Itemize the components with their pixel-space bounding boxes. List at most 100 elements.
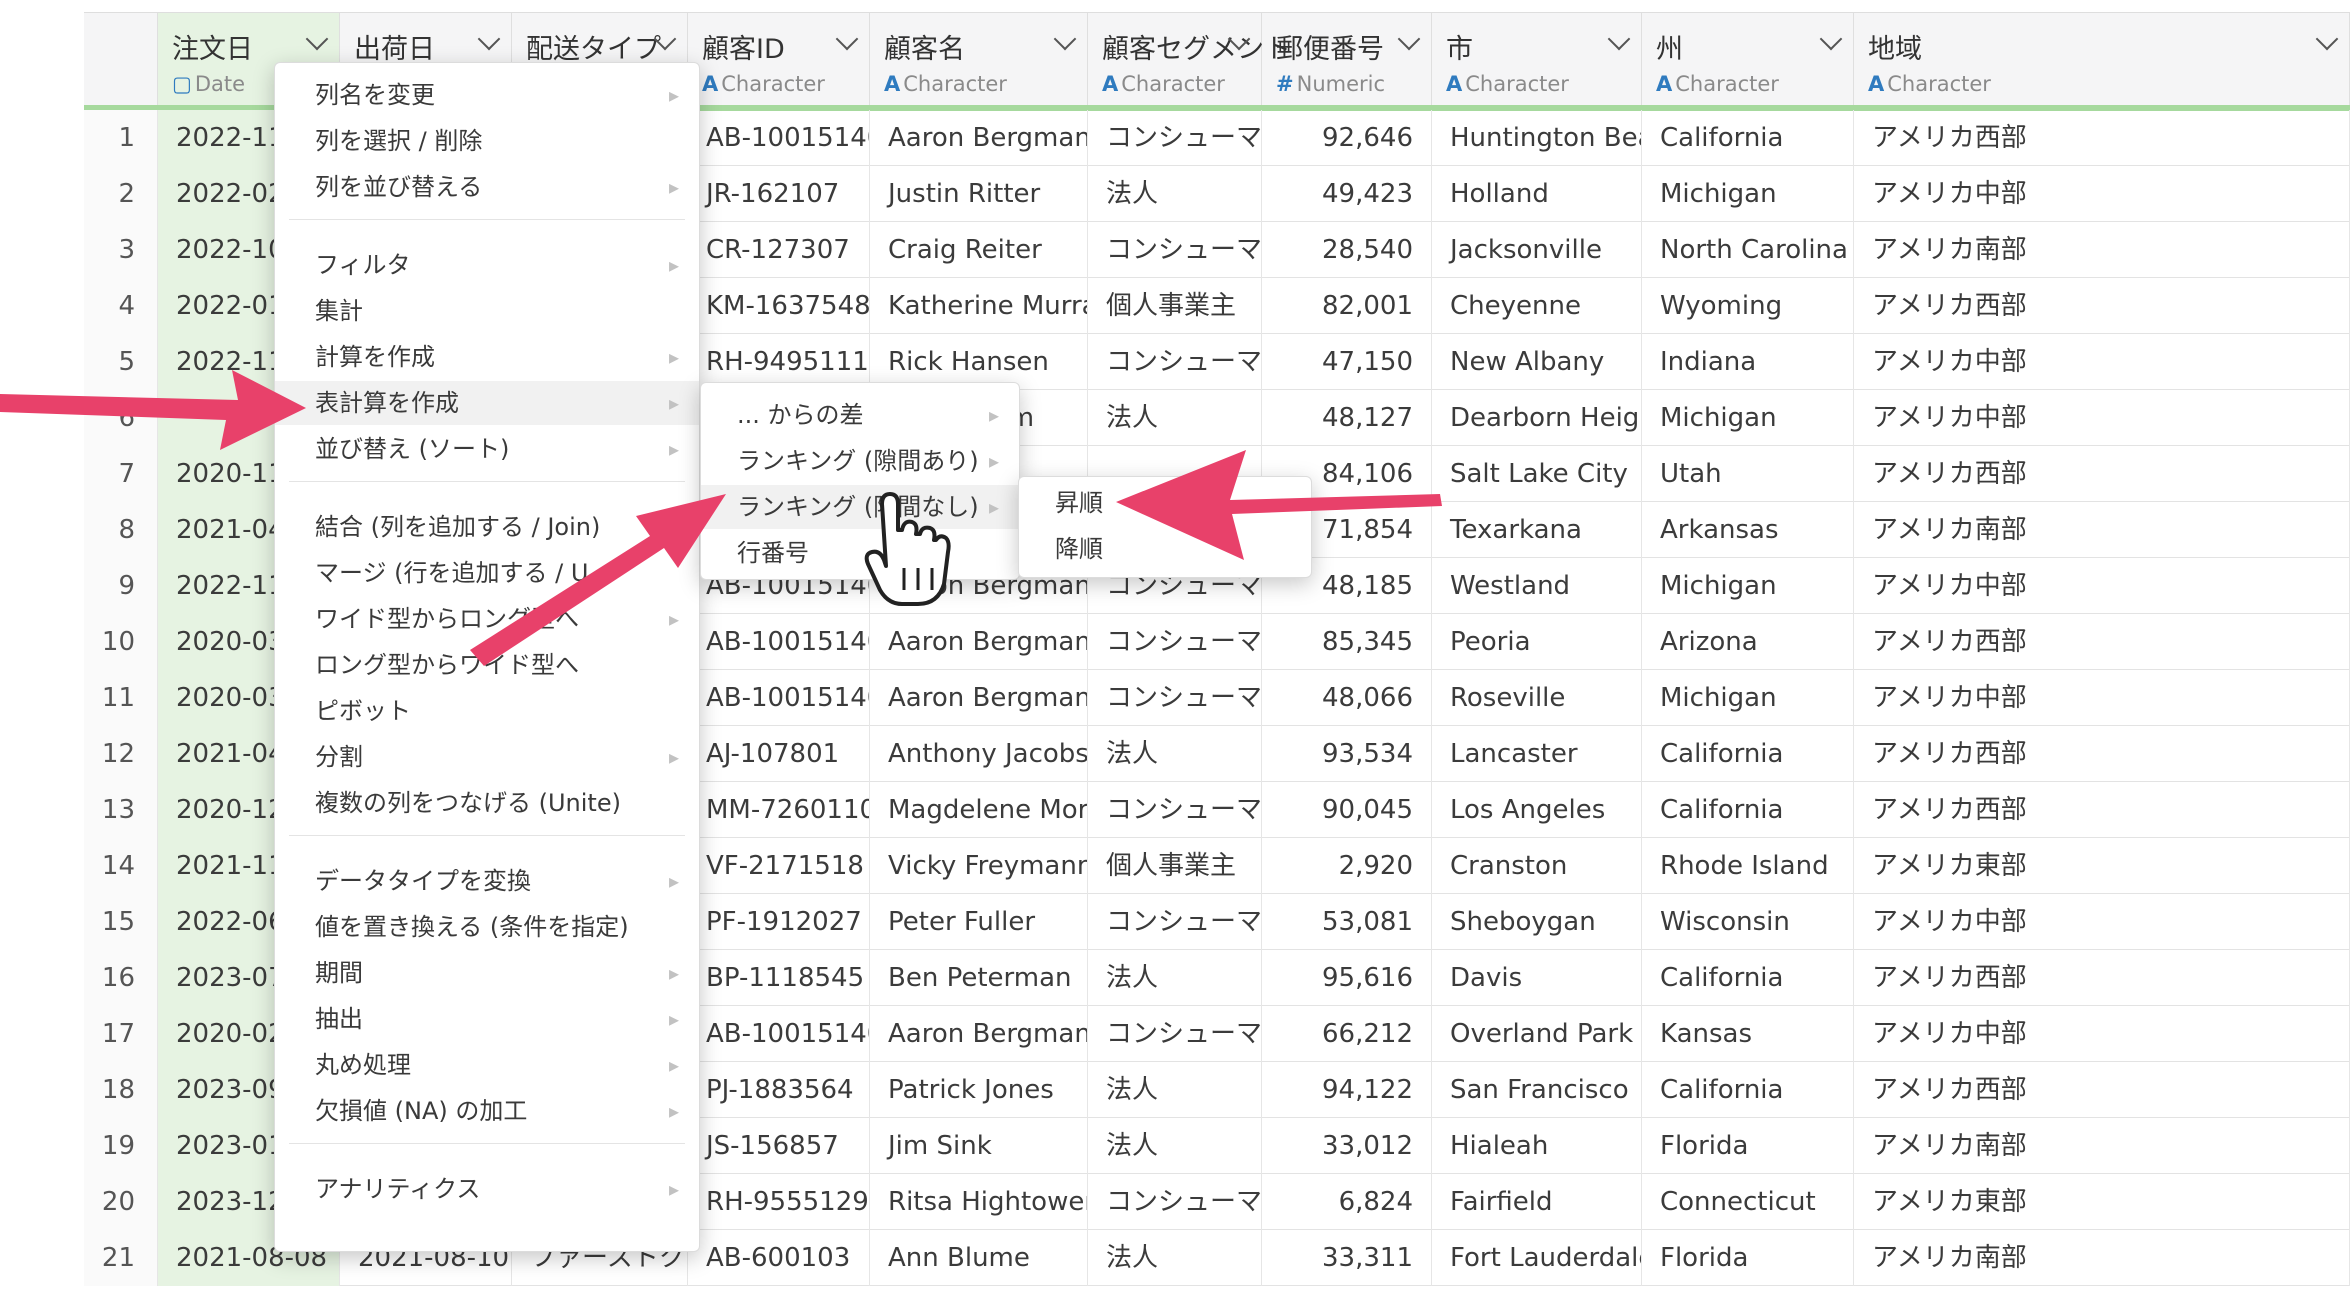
- chevron-right-icon: ▸: [988, 495, 999, 519]
- submenu-item[interactable]: ランキング (隙間なし) ▸: [701, 485, 1019, 529]
- chevron-right-icon: ▸: [668, 175, 679, 199]
- column-header-zip[interactable]: 郵便番号 # Numeric: [1262, 13, 1432, 105]
- menu-item[interactable]: 値を置き換える (条件を指定): [275, 905, 699, 949]
- sort-descending-item[interactable]: 降順: [1019, 527, 1311, 571]
- submenu-item[interactable]: ... からの差 ▸: [701, 393, 1019, 437]
- table-cell: アメリカ西部: [1854, 726, 2350, 782]
- menu-item[interactable]: ロング型からワイド型へ: [275, 643, 699, 687]
- table-cell: Cranston: [1432, 838, 1642, 894]
- table-cell: AB-100151404: [688, 670, 870, 726]
- table-cell: 個人事業主: [1088, 838, 1262, 894]
- menu-item[interactable]: 丸め処理 ▸: [275, 1043, 699, 1087]
- column-type: A Character: [702, 72, 869, 96]
- menu-item[interactable]: 結合 (列を追加する / Join): [275, 505, 699, 549]
- menu-item[interactable]: ピボット: [275, 689, 699, 733]
- table-cell: California: [1642, 782, 1854, 838]
- row-number: 2: [84, 166, 158, 222]
- table-cell: Utah: [1642, 446, 1854, 502]
- row-number: 17: [84, 1006, 158, 1062]
- menu-item-label: ロング型からワイド型へ: [315, 651, 579, 679]
- menu-item[interactable]: 列を選択 / 削除: [275, 119, 699, 163]
- table-cell: Anthony Jacobs: [870, 726, 1088, 782]
- table-cell: Michigan: [1642, 166, 1854, 222]
- menu-item[interactable]: 欠損値 (NA) の加工 ▸: [275, 1089, 699, 1133]
- menu-item-label: 列を選択 / 削除: [315, 127, 483, 155]
- table-cell: Michigan: [1642, 390, 1854, 446]
- column-header-state[interactable]: 州 A Character: [1642, 13, 1854, 105]
- table-cell: Aaron Bergman: [870, 1006, 1088, 1062]
- column-header-cust_id[interactable]: 顧客ID A Character: [688, 13, 870, 105]
- table-cell: AB-600103: [688, 1230, 870, 1286]
- column-header-cust_name[interactable]: 顧客名 A Character: [870, 13, 1088, 105]
- menu-item[interactable]: アナリティクス ▸: [275, 1167, 699, 1211]
- column-type: # Numeric: [1276, 72, 1431, 96]
- column-type: A Character: [884, 72, 1087, 96]
- column-header-city[interactable]: 市 A Character: [1432, 13, 1642, 105]
- table-cell: アメリカ西部: [1854, 782, 2350, 838]
- chevron-right-icon: ▸: [668, 961, 679, 985]
- table-cell: Craig Reiter: [870, 222, 1088, 278]
- table-cell: 49,423: [1262, 166, 1432, 222]
- table-cell: California: [1642, 110, 1854, 166]
- table-cell: 法人: [1088, 166, 1262, 222]
- table-cell: Ben Peterman: [870, 950, 1088, 1006]
- column-type: A Character: [1868, 72, 2349, 96]
- table-cell: 82,001: [1262, 278, 1432, 334]
- column-type-label: Numeric: [1296, 72, 1386, 96]
- table-cell: 法人: [1088, 1062, 1262, 1118]
- table-cell: 法人: [1088, 1230, 1262, 1286]
- column-type: A Character: [1446, 72, 1641, 96]
- table-cell: コンシューマー: [1088, 1174, 1262, 1230]
- table-cell: 2,920: [1262, 838, 1432, 894]
- table-cell: JR-162107: [688, 166, 870, 222]
- table-cell: 92,646: [1262, 110, 1432, 166]
- table-cell: Wisconsin: [1642, 894, 1854, 950]
- table-cell: Salt Lake City: [1432, 446, 1642, 502]
- menu-item-label: 期間: [315, 959, 363, 987]
- column-header-region[interactable]: 地域 A Character: [1854, 13, 2350, 105]
- menu-divider: [289, 1143, 685, 1144]
- table-cell: 個人事業主: [1088, 278, 1262, 334]
- menu-item[interactable]: データタイプを変換 ▸: [275, 859, 699, 903]
- table-cell: アメリカ西部: [1854, 446, 2350, 502]
- chevron-right-icon: ▸: [668, 1099, 679, 1123]
- table-cell: アメリカ西部: [1854, 110, 2350, 166]
- table-cell: アメリカ中部: [1854, 558, 2350, 614]
- menu-item-label: 複数の列をつなげる (Unite): [315, 789, 621, 817]
- menu-item[interactable]: 列を並び替える ▸: [275, 165, 699, 209]
- sort-ascending-item[interactable]: 昇順: [1019, 481, 1311, 525]
- menu-item-label: ピボット: [315, 697, 411, 725]
- menu-item-label: 値を置き換える (条件を指定): [315, 913, 629, 941]
- menu-divider: [289, 835, 685, 836]
- table-cell: アメリカ中部: [1854, 1006, 2350, 1062]
- menu-item[interactable]: 表計算を作成 ▸: [275, 381, 699, 425]
- menu-item-label: 欠損値 (NA) の加工: [315, 1097, 528, 1125]
- numeric-type-icon: #: [1276, 72, 1294, 96]
- menu-item[interactable]: 分割 ▸: [275, 735, 699, 779]
- menu-item[interactable]: 並び替え (ソート) ▸: [275, 427, 699, 471]
- menu-item[interactable]: フィルタ ▸: [275, 243, 699, 287]
- table-cell: California: [1642, 726, 1854, 782]
- menu-item[interactable]: 期間 ▸: [275, 951, 699, 995]
- menu-item[interactable]: 集計: [275, 289, 699, 333]
- table-cell: コンシューマー: [1088, 1006, 1262, 1062]
- table-cell: Rhode Island: [1642, 838, 1854, 894]
- column-header-segment[interactable]: 顧客セグメント A Character: [1088, 13, 1291, 105]
- table-cell: アメリカ西部: [1854, 950, 2350, 1006]
- menu-item[interactable]: 計算を作成 ▸: [275, 335, 699, 379]
- menu-item[interactable]: 列名を変更 ▸: [275, 73, 699, 117]
- menu-item-label: マージ (行を追加する / U: [315, 559, 589, 587]
- submenu-item[interactable]: ランキング (隙間あり) ▸: [701, 439, 1019, 483]
- chevron-right-icon: ▸: [668, 869, 679, 893]
- menu-item[interactable]: マージ (行を追加する / U: [275, 551, 699, 595]
- character-type-icon: A: [1446, 72, 1463, 96]
- menu-item[interactable]: 抽出 ▸: [275, 997, 699, 1041]
- chevron-right-icon: ▸: [668, 1053, 679, 1077]
- table-cell: アメリカ南部: [1854, 502, 2350, 558]
- menu-item-label: 分割: [315, 743, 363, 771]
- menu-item-label: アナリティクス: [315, 1175, 481, 1203]
- row-number: 15: [84, 894, 158, 950]
- menu-item[interactable]: 複数の列をつなげる (Unite): [275, 781, 699, 825]
- menu-item[interactable]: ワイド型からロング型へ ▸: [275, 597, 699, 641]
- submenu-item[interactable]: 行番号: [701, 531, 1019, 575]
